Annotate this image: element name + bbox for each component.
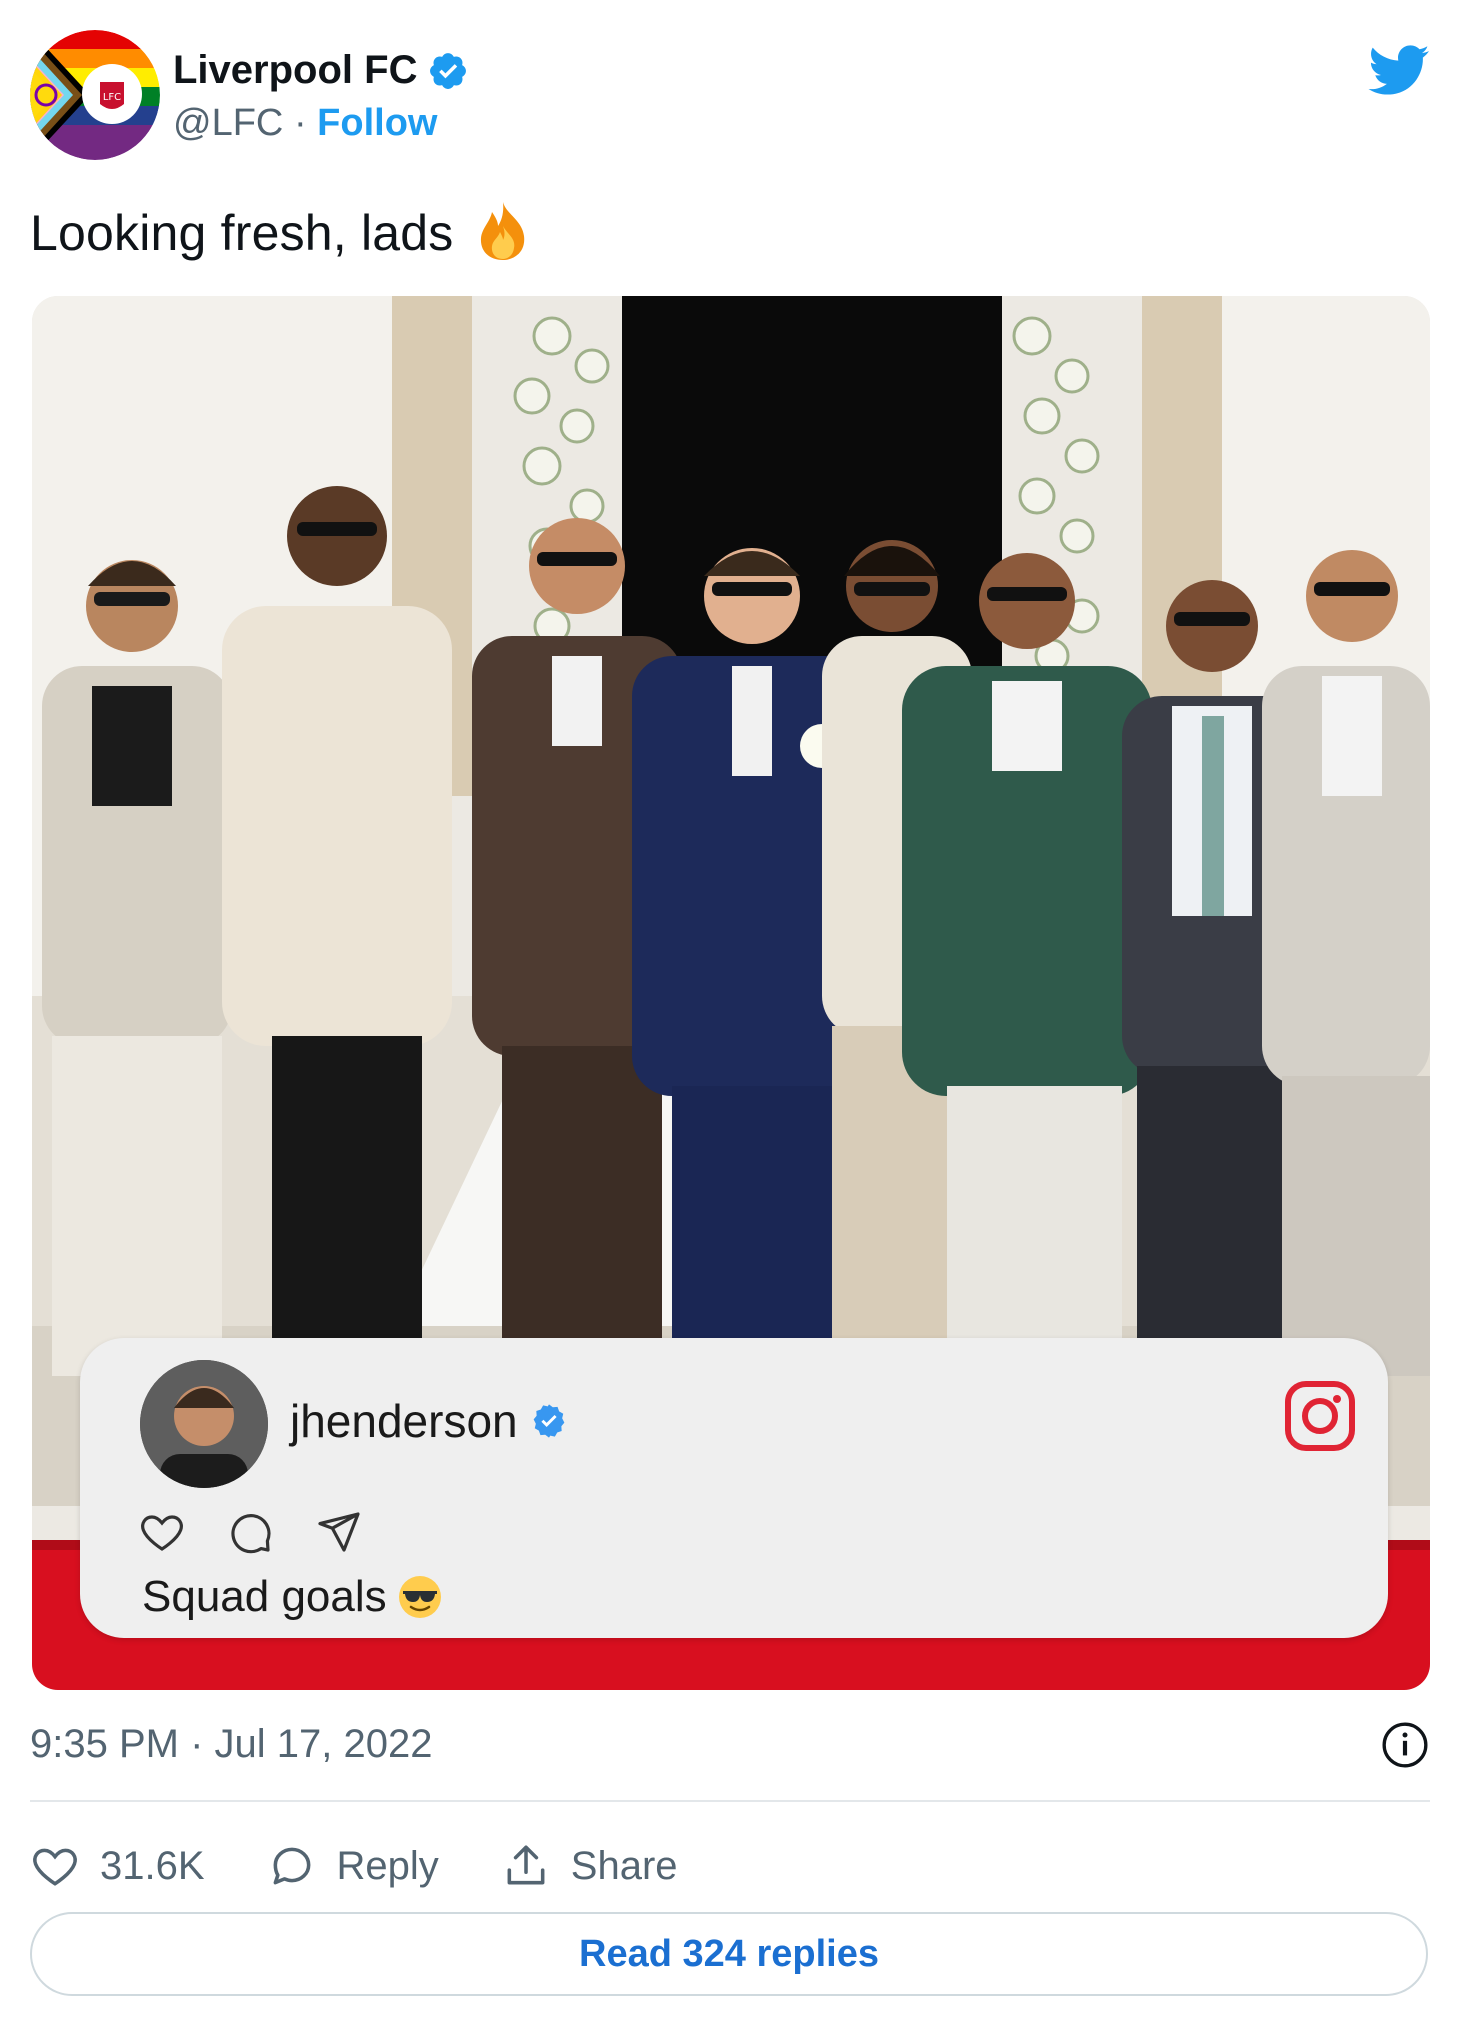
reply-action[interactable]: Reply (267, 1841, 439, 1891)
follow-link[interactable]: Follow (317, 102, 437, 144)
tweet-body: Looking fresh, lads (30, 205, 454, 262)
instagram-verified-icon (533, 1404, 564, 1438)
heart-icon[interactable] (138, 1508, 186, 1556)
reply-bubble-icon (273, 1847, 310, 1885)
like-count: 31.6K (100, 1843, 205, 1888)
tweet-header: LFC Liverpool FC @LFC · Follow (30, 30, 1430, 162)
account-name-row[interactable]: Liverpool FC (173, 48, 469, 93)
share-action[interactable]: Share (501, 1841, 678, 1891)
account-avatar[interactable]: LFC (30, 30, 160, 160)
share-label: Share (570, 1843, 678, 1888)
divider (30, 1800, 1430, 1802)
instagram-username[interactable]: jhenderson (290, 1394, 518, 1448)
account-display-name[interactable]: Liverpool FC (173, 48, 417, 93)
comment-icon[interactable] (226, 1508, 274, 1556)
instagram-avatar (140, 1360, 268, 1488)
tweet-timestamp[interactable]: 9:35 PM · Jul 17, 2022 (30, 1722, 432, 1767)
tweet-action-bar: 31.6K Reply Share (30, 1836, 740, 1896)
account-handle[interactable]: @LFC (173, 102, 283, 144)
share-upload-icon (507, 1845, 545, 1885)
instagram-caption-row: Squad goals (142, 1572, 443, 1622)
instagram-post-card: jhenderson Squad goals (80, 1338, 1388, 1638)
instagram-logo-icon[interactable] (1284, 1380, 1356, 1452)
sunglasses-emoji-icon (398, 1576, 441, 1618)
verified-badge-icon (430, 52, 467, 89)
like-action[interactable]: 31.6K (30, 1841, 205, 1891)
twitter-bird-icon[interactable] (1366, 38, 1430, 102)
separator-dot: · (293, 102, 307, 144)
svg-text:LFC: LFC (103, 92, 121, 103)
instagram-actions (138, 1508, 362, 1556)
instagram-username-row: jhenderson (290, 1394, 568, 1448)
tweet-text: Looking fresh, lads (30, 200, 532, 274)
reply-label: Reply (336, 1843, 439, 1888)
instagram-caption: Squad goals (142, 1572, 387, 1621)
read-replies-button[interactable]: Read 324 replies (30, 1912, 1428, 1996)
heart-icon (33, 1848, 77, 1886)
info-icon[interactable] (1380, 1720, 1430, 1770)
handle-line: @LFC · Follow (173, 102, 437, 145)
send-icon[interactable] (314, 1508, 362, 1556)
fire-emoji-icon (474, 200, 532, 274)
